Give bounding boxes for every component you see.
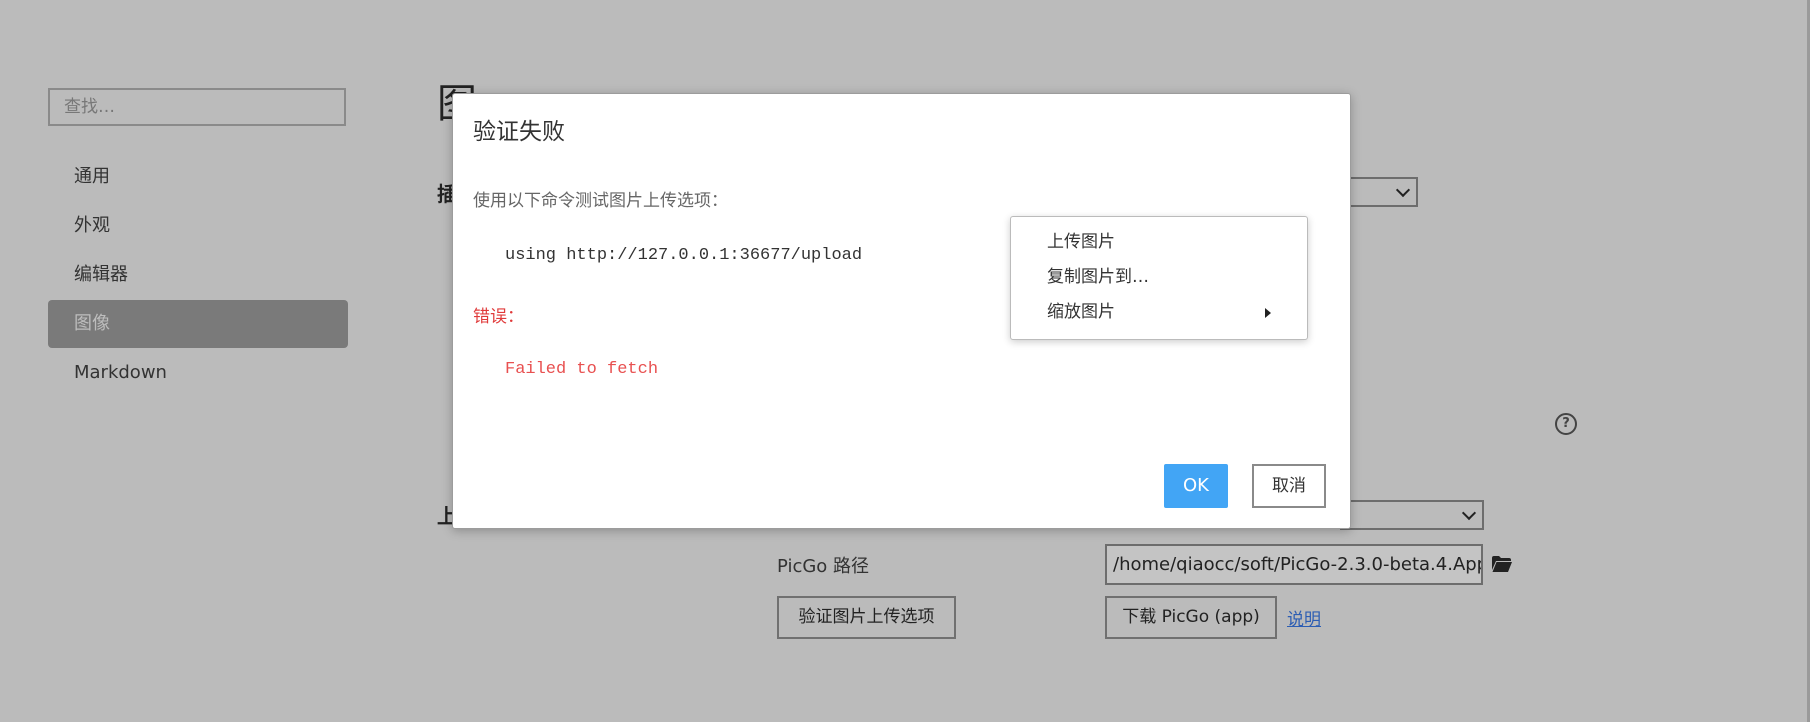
dialog-title: 验证失败 xyxy=(473,119,565,145)
verify-upload-button[interactable]: 验证图片上传选项 xyxy=(777,596,956,639)
command-text: using http://127.0.0.1:36677/upload xyxy=(505,246,863,265)
sidebar-item-image[interactable]: 图像 xyxy=(48,300,348,348)
download-picgo-button[interactable]: 下载 PicGo (app) xyxy=(1105,596,1277,639)
search-input[interactable]: 查找… xyxy=(48,88,346,126)
menu-item-copy-image-to[interactable]: 复制图片到… xyxy=(1011,260,1307,295)
sidebar-item-general[interactable]: 通用 xyxy=(48,153,348,201)
menu-item-label: 复制图片到… xyxy=(1047,267,1149,287)
sidebar-item-markdown[interactable]: Markdown xyxy=(48,349,348,397)
ok-button[interactable]: OK xyxy=(1164,464,1228,508)
sidebar-item-editor[interactable]: 编辑器 xyxy=(48,251,348,299)
uploader-select[interactable] xyxy=(1340,500,1484,530)
error-label: 错误： xyxy=(473,307,524,327)
menu-item-zoom-image[interactable]: 缩放图片 xyxy=(1011,295,1307,330)
chevron-down-icon xyxy=(1461,505,1477,521)
dialog-description: 使用以下命令测试图片上传选项： xyxy=(473,191,728,211)
submenu-arrow-icon xyxy=(1265,308,1271,318)
menu-item-label: 上传图片 xyxy=(1047,232,1115,252)
context-menu: 上传图片 复制图片到… 缩放图片 xyxy=(1010,216,1308,340)
help-link[interactable]: 说明 xyxy=(1287,605,1321,630)
question-circle-icon[interactable]: ? xyxy=(1555,413,1577,435)
error-message: Failed to fetch xyxy=(505,360,659,379)
cancel-button[interactable]: 取消 xyxy=(1252,464,1326,508)
folder-icon[interactable] xyxy=(1492,556,1512,572)
menu-item-upload-image[interactable]: 上传图片 xyxy=(1011,225,1307,260)
picgo-path-input[interactable]: /home/qiaocc/soft/PicGo-2.3.0-beta.4.App… xyxy=(1105,544,1483,585)
menu-item-label: 缩放图片 xyxy=(1047,302,1115,322)
chevron-down-icon xyxy=(1395,182,1411,198)
sidebar-item-appearance[interactable]: 外观 xyxy=(48,202,348,250)
picgo-path-label: PicGo 路径 xyxy=(777,556,870,577)
insert-image-select[interactable] xyxy=(1340,177,1418,207)
